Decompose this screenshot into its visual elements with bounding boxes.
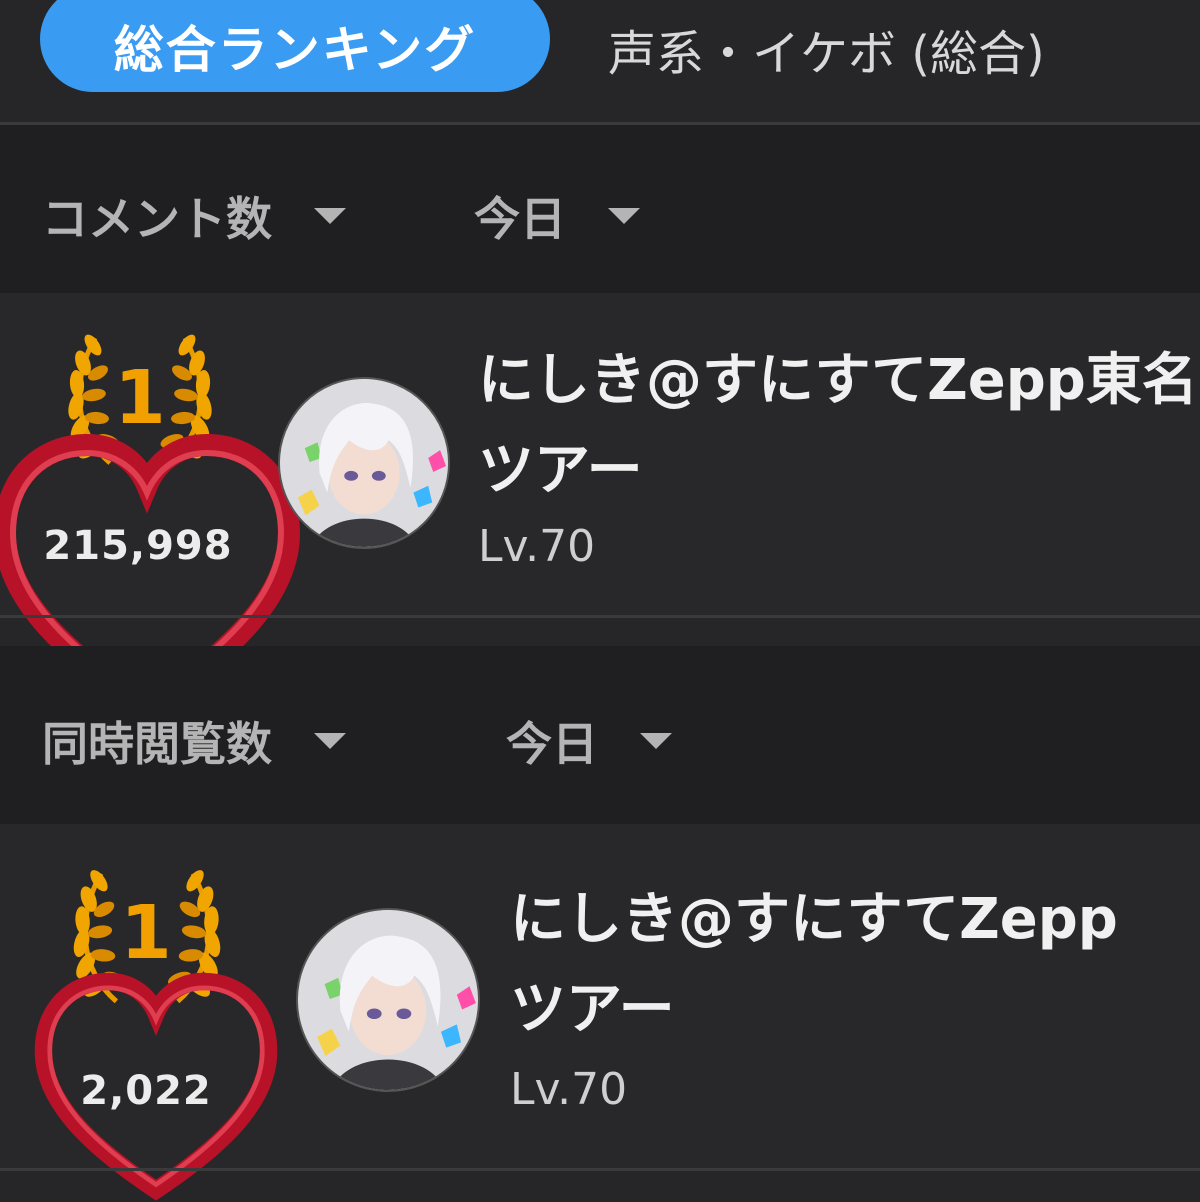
divider [0,615,1200,618]
ranking-tabs: 総合ランキング 声系・イケボ (総合) [0,0,1200,122]
ranking-entry[interactable]: 1 2,022 にしき@すにすてZepp ツアー Lv.70 [0,824,1200,1168]
user-level: Lv.70 [478,521,596,572]
metric-label: 同時閲覧数 [42,717,272,771]
rank-number: 1 [114,355,166,441]
period-dropdown[interactable]: 今日 [506,708,672,774]
metric-dropdown[interactable]: 同時閲覧数 [42,708,346,774]
filter-bar-comments: コメント数 今日 [0,125,1200,293]
period-label: 今日 [474,192,566,246]
period-label: 今日 [506,717,598,771]
user-name-line1[interactable]: にしき@すにすてZepp [510,872,1118,968]
metric-label: コメント数 [42,192,272,246]
chevron-down-icon [640,733,672,749]
period-dropdown[interactable]: 今日 [474,183,640,249]
filter-bar-viewers: 同時閲覧数 今日 [0,646,1200,824]
user-name-line2[interactable]: ツアー [478,423,643,519]
chevron-down-icon [608,208,640,224]
chevron-down-icon [314,208,346,224]
tab-overall-ranking[interactable]: 総合ランキング [40,0,550,92]
divider [0,1168,1200,1171]
metric-dropdown[interactable]: コメント数 [42,183,346,249]
user-level: Lv.70 [510,1064,628,1115]
chevron-down-icon [314,733,346,749]
tab-voice-ikebo[interactable]: 声系・イケボ (総合) [608,14,1045,82]
user-name-line1[interactable]: にしき@すにすてZepp東名 [478,333,1198,429]
viewer-count: 2,022 [80,1068,212,1114]
user-name-line2[interactable]: ツアー [510,962,675,1058]
ranking-entry[interactable]: 1 215,998 にしき@すにすてZepp東名 ツアー Lv.70 [0,293,1200,615]
comment-count: 215,998 [43,523,233,569]
rank-number: 1 [120,890,172,976]
user-avatar[interactable] [296,908,480,1092]
user-avatar[interactable] [278,377,450,549]
